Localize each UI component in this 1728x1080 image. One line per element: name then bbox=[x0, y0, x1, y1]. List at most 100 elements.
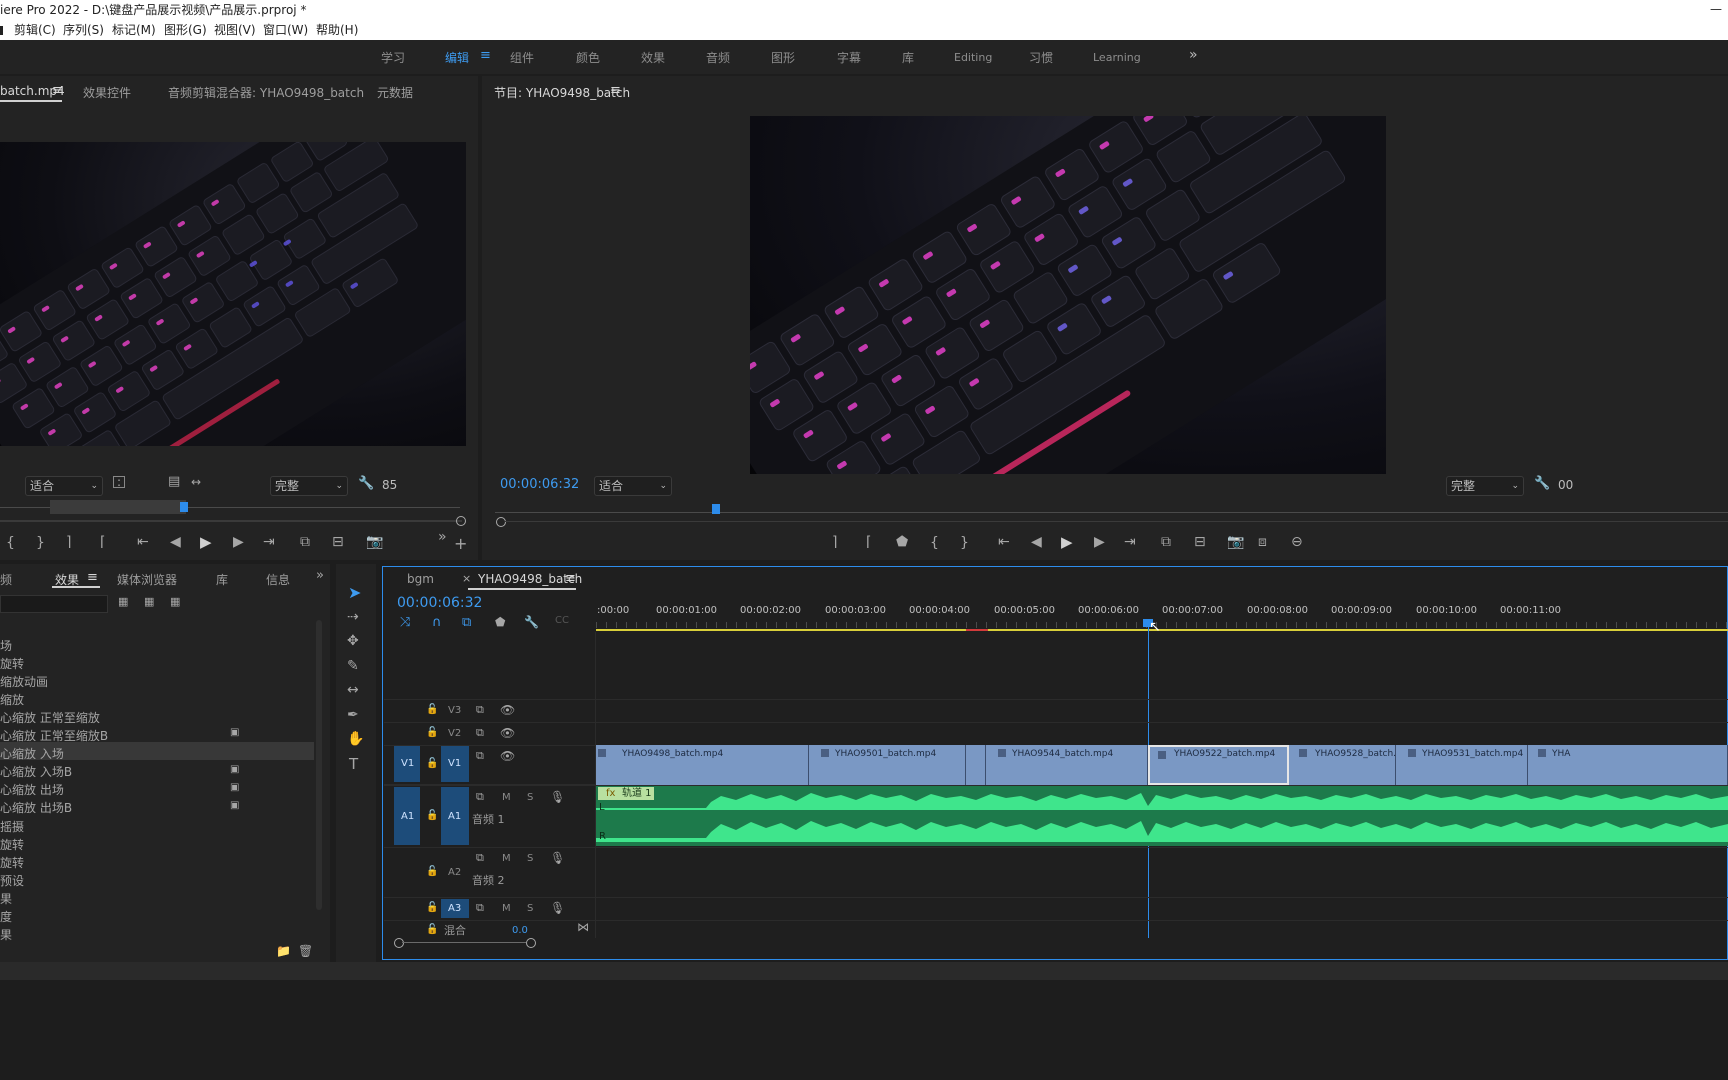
effects-search-input[interactable] bbox=[0, 595, 108, 613]
play-icon[interactable]: ▶ bbox=[200, 533, 212, 551]
program-mini-timeline[interactable] bbox=[495, 502, 1728, 516]
effects-list-item[interactable]: 预设 bbox=[0, 872, 24, 889]
workspace-learning[interactable]: Learning bbox=[1093, 51, 1141, 64]
lock-icon[interactable]: 🔓 bbox=[426, 758, 438, 769]
microphone-icon[interactable]: 🎙 bbox=[550, 851, 565, 865]
tab-info[interactable]: 信息 bbox=[266, 571, 290, 588]
step-forward-icon[interactable]: ▶ bbox=[233, 534, 244, 550]
timeline-zoom-handle-right[interactable] bbox=[526, 938, 536, 948]
source-zoom-handle[interactable] bbox=[456, 516, 466, 526]
effects-list-item[interactable]: 度 bbox=[0, 908, 12, 925]
menu-clip[interactable]: 剪辑(C) bbox=[14, 23, 56, 37]
more-buttons-icon[interactable]: » bbox=[438, 529, 447, 545]
mute-button[interactable]: M bbox=[502, 853, 511, 864]
sync-lock-icon[interactable]: ⧉ bbox=[476, 749, 484, 763]
effects-list-item[interactable]: 旋转 bbox=[0, 836, 24, 853]
eye-icon[interactable]: 👁 bbox=[500, 726, 515, 740]
workspace-custom[interactable]: 习惯 bbox=[1029, 49, 1053, 66]
go-to-out-icon[interactable]: ⇥ bbox=[1124, 534, 1136, 550]
sync-lock-icon[interactable]: ⧉ bbox=[476, 851, 484, 865]
program-zoom-handle[interactable] bbox=[496, 517, 506, 527]
play-icon[interactable]: ▶ bbox=[1061, 533, 1073, 551]
track-label-a2[interactable]: A2 bbox=[448, 867, 461, 878]
drag-handle-icon[interactable]: ↔ bbox=[191, 475, 201, 489]
captions-icon[interactable]: CC bbox=[555, 615, 569, 626]
wrench-icon[interactable]: 🔧 bbox=[1534, 476, 1550, 491]
go-to-in-point-icon[interactable]: { bbox=[930, 535, 939, 551]
safe-margin-icon[interactable]: : bbox=[113, 476, 125, 488]
lock-icon[interactable]: 🔓 bbox=[426, 727, 438, 738]
mark-in-icon[interactable]: { bbox=[6, 535, 15, 551]
minimize-button[interactable]: — bbox=[1710, 2, 1722, 16]
track-select-tool-icon[interactable]: ⇢ bbox=[347, 609, 359, 625]
tab-metadata[interactable]: 元数据 bbox=[377, 84, 413, 101]
video-clip-selected[interactable]: YHAO9522_batch.mp4 bbox=[1148, 745, 1289, 785]
timeline-zoom-handle-left[interactable] bbox=[394, 938, 404, 948]
track-label-v2[interactable]: V2 bbox=[448, 728, 461, 739]
tab-audio-clip-mixer[interactable]: 音频剪辑混合器: YHAO9498_batch bbox=[168, 84, 364, 101]
effects-list-item[interactable]: 心缩放 正常至缩放B bbox=[0, 727, 108, 744]
type-tool-icon[interactable]: T bbox=[349, 755, 358, 773]
mark-clip-out-icon[interactable]: ⌈ bbox=[100, 534, 105, 550]
workspace-libraries[interactable]: 库 bbox=[902, 49, 914, 66]
workspace-menu-icon[interactable]: ≡ bbox=[480, 48, 491, 63]
add-button-icon[interactable]: + bbox=[454, 534, 467, 553]
sync-lock-icon[interactable]: ⧉ bbox=[476, 726, 484, 740]
video-clip[interactable]: YHAO9501_batch.mp4 bbox=[809, 745, 966, 785]
snap-icon[interactable]: ∩ bbox=[432, 615, 442, 630]
sync-lock-icon[interactable]: ⧉ bbox=[476, 790, 484, 804]
effects-list-item[interactable]: 果 bbox=[0, 890, 12, 907]
tab-partial[interactable]: 频 bbox=[0, 571, 12, 588]
timeline-settings-icon[interactable]: 🔧 bbox=[524, 615, 539, 629]
timeline-zoom-bar[interactable] bbox=[402, 942, 526, 943]
ripple-edit-tool-icon[interactable]: ✥ bbox=[347, 633, 359, 649]
workspace-more-button[interactable]: » bbox=[1189, 47, 1198, 63]
effects-list-item[interactable]: 心缩放 出场 bbox=[0, 781, 64, 798]
program-fit-dropdown[interactable]: 适合 ⌄ bbox=[594, 476, 672, 496]
source-quality-dropdown[interactable]: 完整 ⌄ bbox=[270, 476, 348, 496]
lock-icon[interactable]: 🔓 bbox=[426, 924, 438, 935]
tab-bgm[interactable]: bgm bbox=[407, 572, 434, 586]
hand-tool-icon[interactable]: ✋ bbox=[347, 731, 364, 747]
go-to-in-icon[interactable]: ⇤ bbox=[998, 534, 1010, 550]
tab-menu-icon[interactable]: ≡ bbox=[52, 83, 63, 98]
source-playhead[interactable] bbox=[180, 502, 188, 512]
mark-in-icon[interactable]: ⌉ bbox=[832, 534, 837, 550]
workspace-captions[interactable]: 字幕 bbox=[837, 49, 861, 66]
workspace-learn[interactable]: 学习 bbox=[381, 49, 405, 66]
pen-tool-icon[interactable]: ✒ bbox=[347, 707, 359, 723]
menu-help[interactable]: 帮助(H) bbox=[316, 23, 358, 37]
track-label-v3[interactable]: V3 bbox=[448, 705, 461, 716]
nest-icon[interactable]: ⤨ bbox=[400, 615, 410, 630]
accelerated-effects-icon[interactable]: ▦ bbox=[118, 595, 128, 608]
menu-graphics[interactable]: 图形(G) bbox=[164, 23, 207, 37]
linked-selection-icon[interactable]: ⧉ bbox=[462, 615, 471, 630]
lock-icon[interactable]: 🔓 bbox=[426, 902, 438, 913]
workspace-audio[interactable]: 音频 bbox=[706, 49, 730, 66]
new-bin-icon[interactable]: 📁 bbox=[276, 944, 291, 958]
lock-icon[interactable]: 🔓 bbox=[426, 810, 438, 821]
effects-list-item[interactable]: 缩放动画 bbox=[0, 673, 48, 690]
camera-icon[interactable]: 📷 bbox=[1227, 534, 1244, 550]
effects-list-item[interactable]: 心缩放 入场 bbox=[0, 745, 64, 762]
lock-icon[interactable]: 🔓 bbox=[426, 866, 438, 877]
effects-scrollbar[interactable] bbox=[316, 620, 322, 910]
menu-window[interactable]: 窗口(W) bbox=[263, 23, 308, 37]
export-frame-settings-icon[interactable]: ▤ bbox=[168, 474, 180, 489]
workspace-color[interactable]: 颜色 bbox=[576, 49, 600, 66]
work-area-bar[interactable] bbox=[596, 629, 1728, 631]
video-clip[interactable]: YHA bbox=[1528, 745, 1728, 785]
vr-video-icon[interactable]: ⊖ bbox=[1291, 534, 1303, 550]
source-fit-dropdown[interactable]: 适合 ⌄ bbox=[25, 476, 103, 496]
sync-lock-icon[interactable]: ⧉ bbox=[476, 901, 484, 915]
go-to-out-point-icon[interactable]: } bbox=[960, 535, 969, 551]
eye-icon[interactable]: 👁 bbox=[500, 749, 515, 763]
workspace-assembly[interactable]: 组件 bbox=[510, 49, 534, 66]
add-marker-icon[interactable]: ⬟ bbox=[896, 534, 908, 550]
tab-effect-controls[interactable]: 效果控件 bbox=[83, 84, 131, 101]
step-forward-icon[interactable]: ▶ bbox=[1094, 534, 1105, 550]
step-back-icon[interactable]: ◀ bbox=[170, 534, 181, 550]
workspace-editing[interactable]: Editing bbox=[954, 51, 992, 64]
source-video-frame[interactable] bbox=[0, 142, 466, 446]
slip-tool-icon[interactable]: ↔ bbox=[347, 682, 359, 698]
